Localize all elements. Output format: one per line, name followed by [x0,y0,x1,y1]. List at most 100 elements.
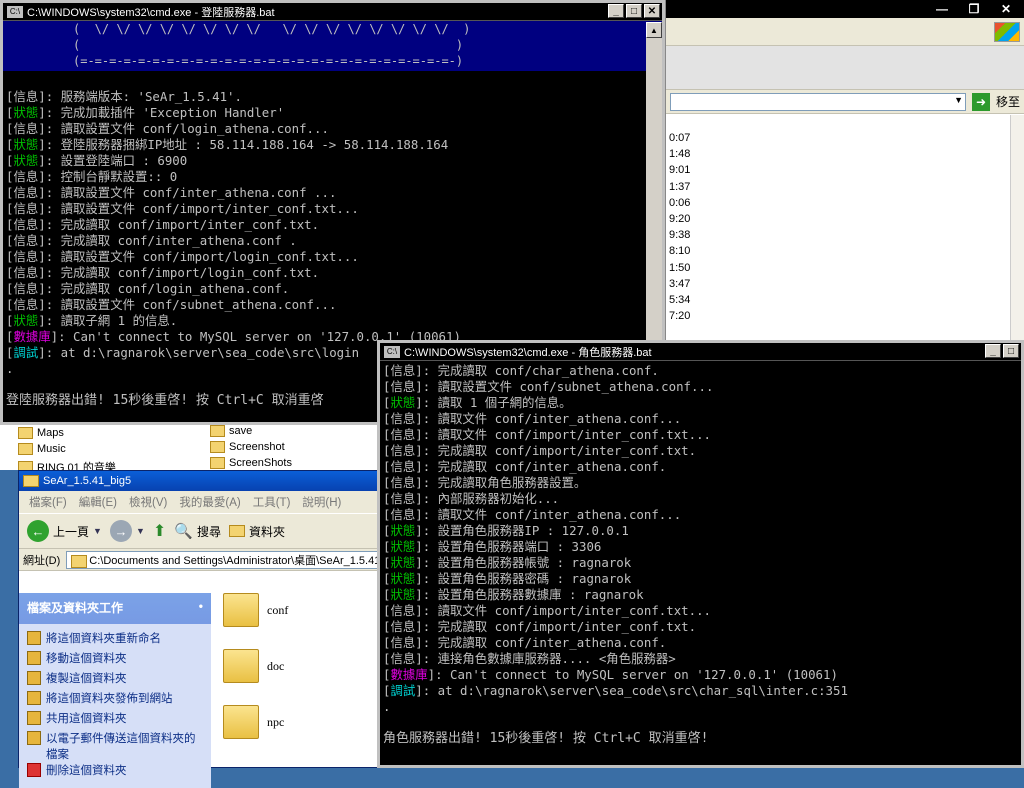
task-delete[interactable]: 刪除這個資料夾 [27,762,203,782]
folder-icon [18,443,33,455]
task-list: 將這個資料夾重新命名 移動這個資料夾 複製這個資料夾 將這個資料夾發佈到網站 共… [19,624,211,788]
log-tag: 數據庫 [390,667,428,682]
log-tag: 信息 [390,459,416,474]
maximize-button[interactable]: □ [626,4,642,18]
minimize-button[interactable]: — [928,1,956,17]
menu-favorites[interactable]: 我的最愛(A) [179,494,240,510]
background-address-input[interactable]: ▼ [670,92,966,111]
time-entry[interactable]: 9:01 [666,164,1011,180]
close-button[interactable]: ✕ [644,4,660,18]
background-scrollbar[interactable] [1010,115,1024,340]
maximize-button[interactable]: □ [1003,344,1019,358]
time-entry[interactable]: 9:38 [666,229,1011,245]
task-pane-header[interactable]: 檔案及資料夾工作 • [27,599,203,616]
bracket: ]: [415,411,438,426]
console-line: [調試]: at d:\ragnarok\server\sea_code\src… [383,683,1018,699]
time-entry[interactable]: 8:10 [666,245,1011,261]
folder-item[interactable]: Maps [18,427,64,439]
up-button[interactable]: ⬆ [153,521,166,541]
menu-file[interactable]: 檔案(F) [29,494,67,510]
console-line: [信息]: 讀取文件 conf/import/inter_conf.txt... [383,603,1018,619]
bracket: ]: [415,635,438,650]
folder-icon [18,427,33,439]
search-button[interactable]: 🔍 搜尋 [174,522,221,540]
menu-help[interactable]: 說明(H) [302,494,341,510]
menu-edit[interactable]: 編輯(E) [79,494,117,510]
collapse-icon[interactable]: • [199,599,203,616]
task-publish[interactable]: 將這個資料夾發佈到網站 [27,690,203,710]
task-rename[interactable]: 將這個資料夾重新命名 [27,630,203,650]
delete-icon [27,763,41,777]
time-entry[interactable]: 1:50 [666,262,1011,278]
task-move[interactable]: 移動這個資料夾 [27,650,203,670]
chevron-down-icon[interactable]: ▼ [136,526,145,536]
log-tag: 信息 [390,427,416,442]
log-tag: 信息 [390,507,416,522]
console-line: [信息]: 完成讀取 conf/inter_athena.conf. [383,635,1018,651]
log-text: 完成加載插件 'Exception Handler' [60,105,285,120]
minimize-button[interactable]: _ [985,344,1001,358]
background-address-bar: ▼ ➜ 移至 [666,90,1024,114]
log-text: 連接角色數據庫服務器.... <角色服務器> [437,651,676,666]
char-console-window: C:\ C:\WINDOWS\system32\cmd.exe - 角色服務器.… [377,340,1024,768]
bracket: ]: [50,329,74,344]
scroll-up-icon[interactable]: ▲ [646,22,662,38]
forward-button[interactable]: → ▼ [109,520,145,542]
task-copy[interactable]: 複製這個資料夾 [27,670,203,690]
log-text: 設置角色服務器密碼 : ragnarok [437,571,632,586]
bracket: ]: [38,217,61,232]
address-input[interactable]: C:\Documents and Settings\Administrator\… [66,550,379,569]
folder-doc[interactable]: doc [223,649,284,683]
maximize-button[interactable]: ❐ [960,1,988,17]
banner-line: ( ) [73,38,464,52]
console-line: [信息]: 完成讀取 conf/import/inter_conf.txt. [6,217,659,233]
time-entry[interactable]: 0:07 [666,132,1011,148]
explorer-titlebar[interactable]: SeAr_1.5.41_big5 [19,471,379,491]
time-entry[interactable]: 1:37 [666,181,1011,197]
console-dot: . [383,699,391,714]
log-text: 讀取設置文件 conf/subnet_athena.conf... [60,297,337,312]
close-button[interactable]: ✕ [992,1,1020,17]
log-tag: 狀態 [13,105,39,120]
folder-item[interactable]: Music [18,443,66,455]
console-line: [狀態]: 設置角色服務器帳號 : ragnarok [383,555,1018,571]
chevron-down-icon[interactable]: ▼ [954,95,963,105]
console-icon: C:\ [384,345,400,358]
menu-view[interactable]: 檢視(V) [129,494,167,510]
go-button[interactable]: 移至 [996,93,1020,110]
log-text: 讀取設置文件 conf/inter_athena.conf ... [60,185,337,200]
time-entry[interactable]: 9:20 [666,213,1011,229]
task-share[interactable]: 共用這個資料夾 [27,710,203,730]
folder-npc[interactable]: npc [223,705,284,739]
folder-item[interactable]: Screenshot [210,441,285,453]
time-entry[interactable]: 3:47 [666,278,1011,294]
error-footer: 角色服務器出錯! 15秒後重啓! 按 Ctrl+C 取消重啓! [383,731,709,746]
minimize-button[interactable]: _ [608,4,624,18]
time-entry[interactable]: 5:34 [666,294,1011,310]
back-button[interactable]: ← 上一頁 ▼ [27,520,102,542]
login-console-titlebar[interactable]: C:\ C:\WINDOWS\system32\cmd.exe - 登陸服務器.… [3,3,662,21]
move-icon [27,651,41,665]
log-tag: 信息 [13,185,39,200]
login-banner: ( \/ \/ \/ \/ \/ \/ \/ \/ \/ \/ \/ \/ \/… [3,21,662,71]
bracket: ]: [415,443,438,458]
task-email[interactable]: 以電子郵件傳送這個資料夾的檔案 [27,730,203,762]
folder-item[interactable]: save [210,425,252,437]
console-line: [狀態]: 讀取 1 個子網的信息。 [383,395,1018,411]
console-line: [信息]: 讀取設置文件 conf/subnet_athena.conf... [6,297,659,313]
log-tag: 狀態 [390,587,416,602]
console-line: [狀態]: 設置角色服務器IP : 127.0.0.1 [383,523,1018,539]
console-line: [信息]: 控制台靜默設置:: 0 [6,169,659,185]
time-entry[interactable]: 7:20 [666,310,1011,326]
folders-button[interactable]: 資料夾 [228,523,285,540]
time-entry[interactable]: 1:48 [666,148,1011,164]
menu-tools[interactable]: 工具(T) [253,494,291,510]
time-entry[interactable]: 0:06 [666,197,1011,213]
char-console-titlebar[interactable]: C:\ C:\WINDOWS\system32\cmd.exe - 角色服務器.… [380,343,1021,361]
char-console-title: C:\WINDOWS\system32\cmd.exe - 角色服務器.bat [404,346,652,359]
chevron-down-icon[interactable]: ▼ [93,526,102,536]
folder-item[interactable]: ScreenShots [210,457,292,469]
log-tag: 狀態 [390,523,416,538]
folder-conf[interactable]: conf [223,593,288,627]
go-arrow-icon[interactable]: ➜ [971,92,990,111]
